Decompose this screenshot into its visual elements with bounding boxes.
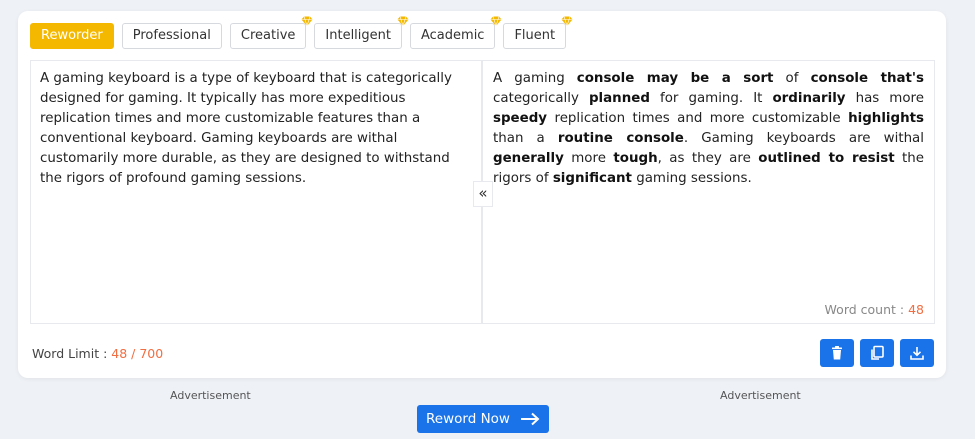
output-segment: of — [773, 71, 811, 86]
advertisement-left: Advertisement — [170, 389, 251, 402]
download-button[interactable] — [900, 339, 934, 367]
mode-tab-label: Intelligent — [325, 28, 391, 43]
output-segment: than a — [493, 131, 558, 146]
changed-phrase[interactable]: console may be a sort — [577, 71, 774, 86]
collapse-toggle[interactable]: « — [473, 181, 493, 207]
download-icon — [910, 347, 924, 360]
copy-button[interactable] — [860, 339, 894, 367]
input-text[interactable]: A gaming keyboard is a type of keyboard … — [31, 61, 481, 189]
changed-phrase[interactable]: planned — [589, 91, 650, 106]
changed-phrase[interactable]: ordinarily — [772, 91, 845, 106]
changed-phrase[interactable]: console that's — [811, 71, 924, 86]
mode-tab-fluent[interactable]: Fluent — [503, 16, 573, 49]
word-count-label: Word count : — [824, 302, 905, 317]
mode-tab-label: Creative — [240, 28, 296, 43]
changed-phrase[interactable]: routine console — [558, 131, 684, 146]
word-limit-label: Word Limit : — [32, 346, 108, 361]
output-segment: for gaming. It — [649, 91, 773, 106]
changed-phrase[interactable]: speedy — [493, 111, 547, 126]
trash-icon — [832, 346, 842, 360]
input-panel[interactable]: A gaming keyboard is a type of keyboard … — [30, 60, 482, 324]
premium-diamond-icon — [397, 16, 409, 27]
word-count-value: 48 — [908, 302, 924, 317]
output-segment: has more — [845, 91, 924, 106]
arrow-right-icon — [520, 412, 540, 426]
output-segment: A gaming — [493, 71, 577, 86]
output-text: A gaming console may be a sort of consol… — [483, 61, 934, 189]
changed-phrase[interactable]: tough — [613, 151, 657, 166]
changed-phrase[interactable]: outlined to resist — [758, 151, 894, 166]
mode-tabs: Reworder Professional Creative Intelligent A… — [30, 16, 573, 49]
mode-tab-label: Fluent — [514, 28, 556, 43]
mode-tab-label: Professional — [132, 28, 211, 43]
advertisement-right: Advertisement — [720, 389, 801, 402]
mode-tab-reworder[interactable]: Reworder — [30, 23, 114, 49]
mode-tab-label: Academic — [421, 28, 485, 43]
premium-diamond-icon — [490, 16, 502, 27]
reword-now-label: Reword Now — [426, 411, 510, 427]
output-panel: A gaming console may be a sort of consol… — [482, 60, 935, 324]
word-limit: Word Limit : 48 / 700 — [32, 346, 163, 361]
changed-phrase[interactable]: generally — [493, 151, 564, 166]
mode-tab-academic[interactable]: Academic — [410, 16, 502, 49]
copy-icon — [871, 345, 884, 360]
mode-tab-professional[interactable]: Professional — [121, 23, 222, 49]
changed-phrase[interactable]: highlights — [848, 111, 924, 126]
output-segment: more — [563, 151, 614, 166]
premium-diamond-icon — [561, 16, 573, 27]
output-segment: , as they are — [657, 151, 759, 166]
output-segment: gaming sessions. — [631, 171, 752, 186]
output-segment: . Gaming keyboards are withal — [683, 131, 924, 146]
word-count: Word count : 48 — [825, 302, 924, 317]
output-segment: categorically — [493, 91, 589, 106]
mode-tab-label: Reworder — [41, 28, 103, 43]
output-segment: replication times and more customizable — [547, 111, 849, 126]
mode-tab-intelligent[interactable]: Intelligent — [314, 16, 409, 49]
premium-diamond-icon — [301, 16, 313, 27]
changed-phrase[interactable]: significant — [553, 171, 632, 186]
action-buttons — [820, 339, 934, 367]
mode-tab-creative[interactable]: Creative — [229, 16, 313, 49]
delete-button[interactable] — [820, 339, 854, 367]
rewording-card: Reworder Professional Creative Intelligent A… — [18, 11, 946, 378]
word-limit-value: 48 / 700 — [111, 346, 164, 361]
reword-now-button[interactable]: Reword Now — [417, 405, 549, 433]
